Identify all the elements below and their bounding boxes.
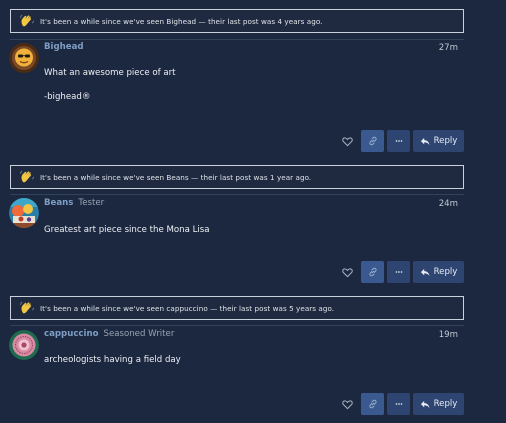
avatar-image [9,198,39,228]
ellipsis-icon [395,271,402,273]
ellipsis-icon [395,140,402,142]
more-actions-button[interactable] [387,393,410,415]
post-meta: cappuccino Seasoned Writer [44,329,174,341]
like-button[interactable] [338,263,356,281]
post-body-line: archeologists having a field day [44,355,181,365]
heart-icon [341,267,353,277]
username[interactable]: Beans [44,198,73,208]
more-actions-button[interactable] [387,130,410,152]
post-meta: Bighead [44,42,89,54]
waving-hand-icon [20,14,34,27]
user-title: Tester [78,198,105,208]
copy-link-button[interactable] [361,130,384,152]
reply-icon [420,400,430,408]
post-time[interactable]: 24m [418,199,458,209]
post-body-line: Greatest art piece since the Mona Lisa [44,225,210,235]
link-icon [368,399,377,409]
reply-button[interactable]: Reply [413,393,464,415]
user-title: Seasoned Writer [103,329,175,339]
reply-label: Reply [433,399,458,409]
inactive-user-notice: It's been a while since we've seen Beans… [10,165,464,189]
post-divider [10,39,464,40]
post-stream: It's been a while since we've seen Bighe… [0,0,506,423]
more-actions-button[interactable] [387,261,410,283]
avatar-image [9,43,39,73]
post-actions: Reply [338,130,464,152]
notice-text: It's been a while since we've seen Beans… [40,172,312,182]
avatar[interactable] [9,330,39,360]
notice-text: It's been a while since we've seen Bighe… [40,16,323,26]
reply-icon [420,268,430,276]
ellipsis-icon [395,403,402,405]
reply-label: Reply [433,136,458,146]
inactive-user-notice: It's been a while since we've seen cappu… [10,296,464,320]
post-actions: Reply [338,261,464,283]
waving-hand-icon [20,301,34,314]
post-time[interactable]: 27m [418,43,458,53]
copy-link-button[interactable] [361,261,384,283]
avatar-image [9,330,39,360]
heart-icon [341,399,353,409]
notice-text: It's been a while since we've seen cappu… [40,303,335,313]
post-divider [10,194,464,195]
avatar[interactable] [9,43,39,73]
username[interactable]: cappuccino [44,329,98,339]
avatar[interactable] [9,198,39,228]
inactive-user-notice: It's been a while since we've seen Bighe… [10,9,464,33]
reply-button[interactable]: Reply [413,130,464,152]
username[interactable]: Bighead [44,42,84,52]
post-divider [10,325,464,326]
post-meta: Beans Tester [44,198,104,210]
post-body-line: What an awesome piece of art [44,68,176,78]
link-icon [368,136,377,146]
copy-link-button[interactable] [361,393,384,415]
post-actions: Reply [338,393,464,415]
reply-button[interactable]: Reply [413,261,464,283]
link-icon [368,267,377,277]
like-button[interactable] [338,132,356,150]
reply-icon [420,137,430,145]
waving-hand-icon [20,170,34,183]
heart-icon [341,136,353,146]
post-time[interactable]: 19m [418,330,458,340]
reply-label: Reply [433,267,458,277]
post-body-line: -bighead® [44,92,91,102]
like-button[interactable] [338,395,356,413]
